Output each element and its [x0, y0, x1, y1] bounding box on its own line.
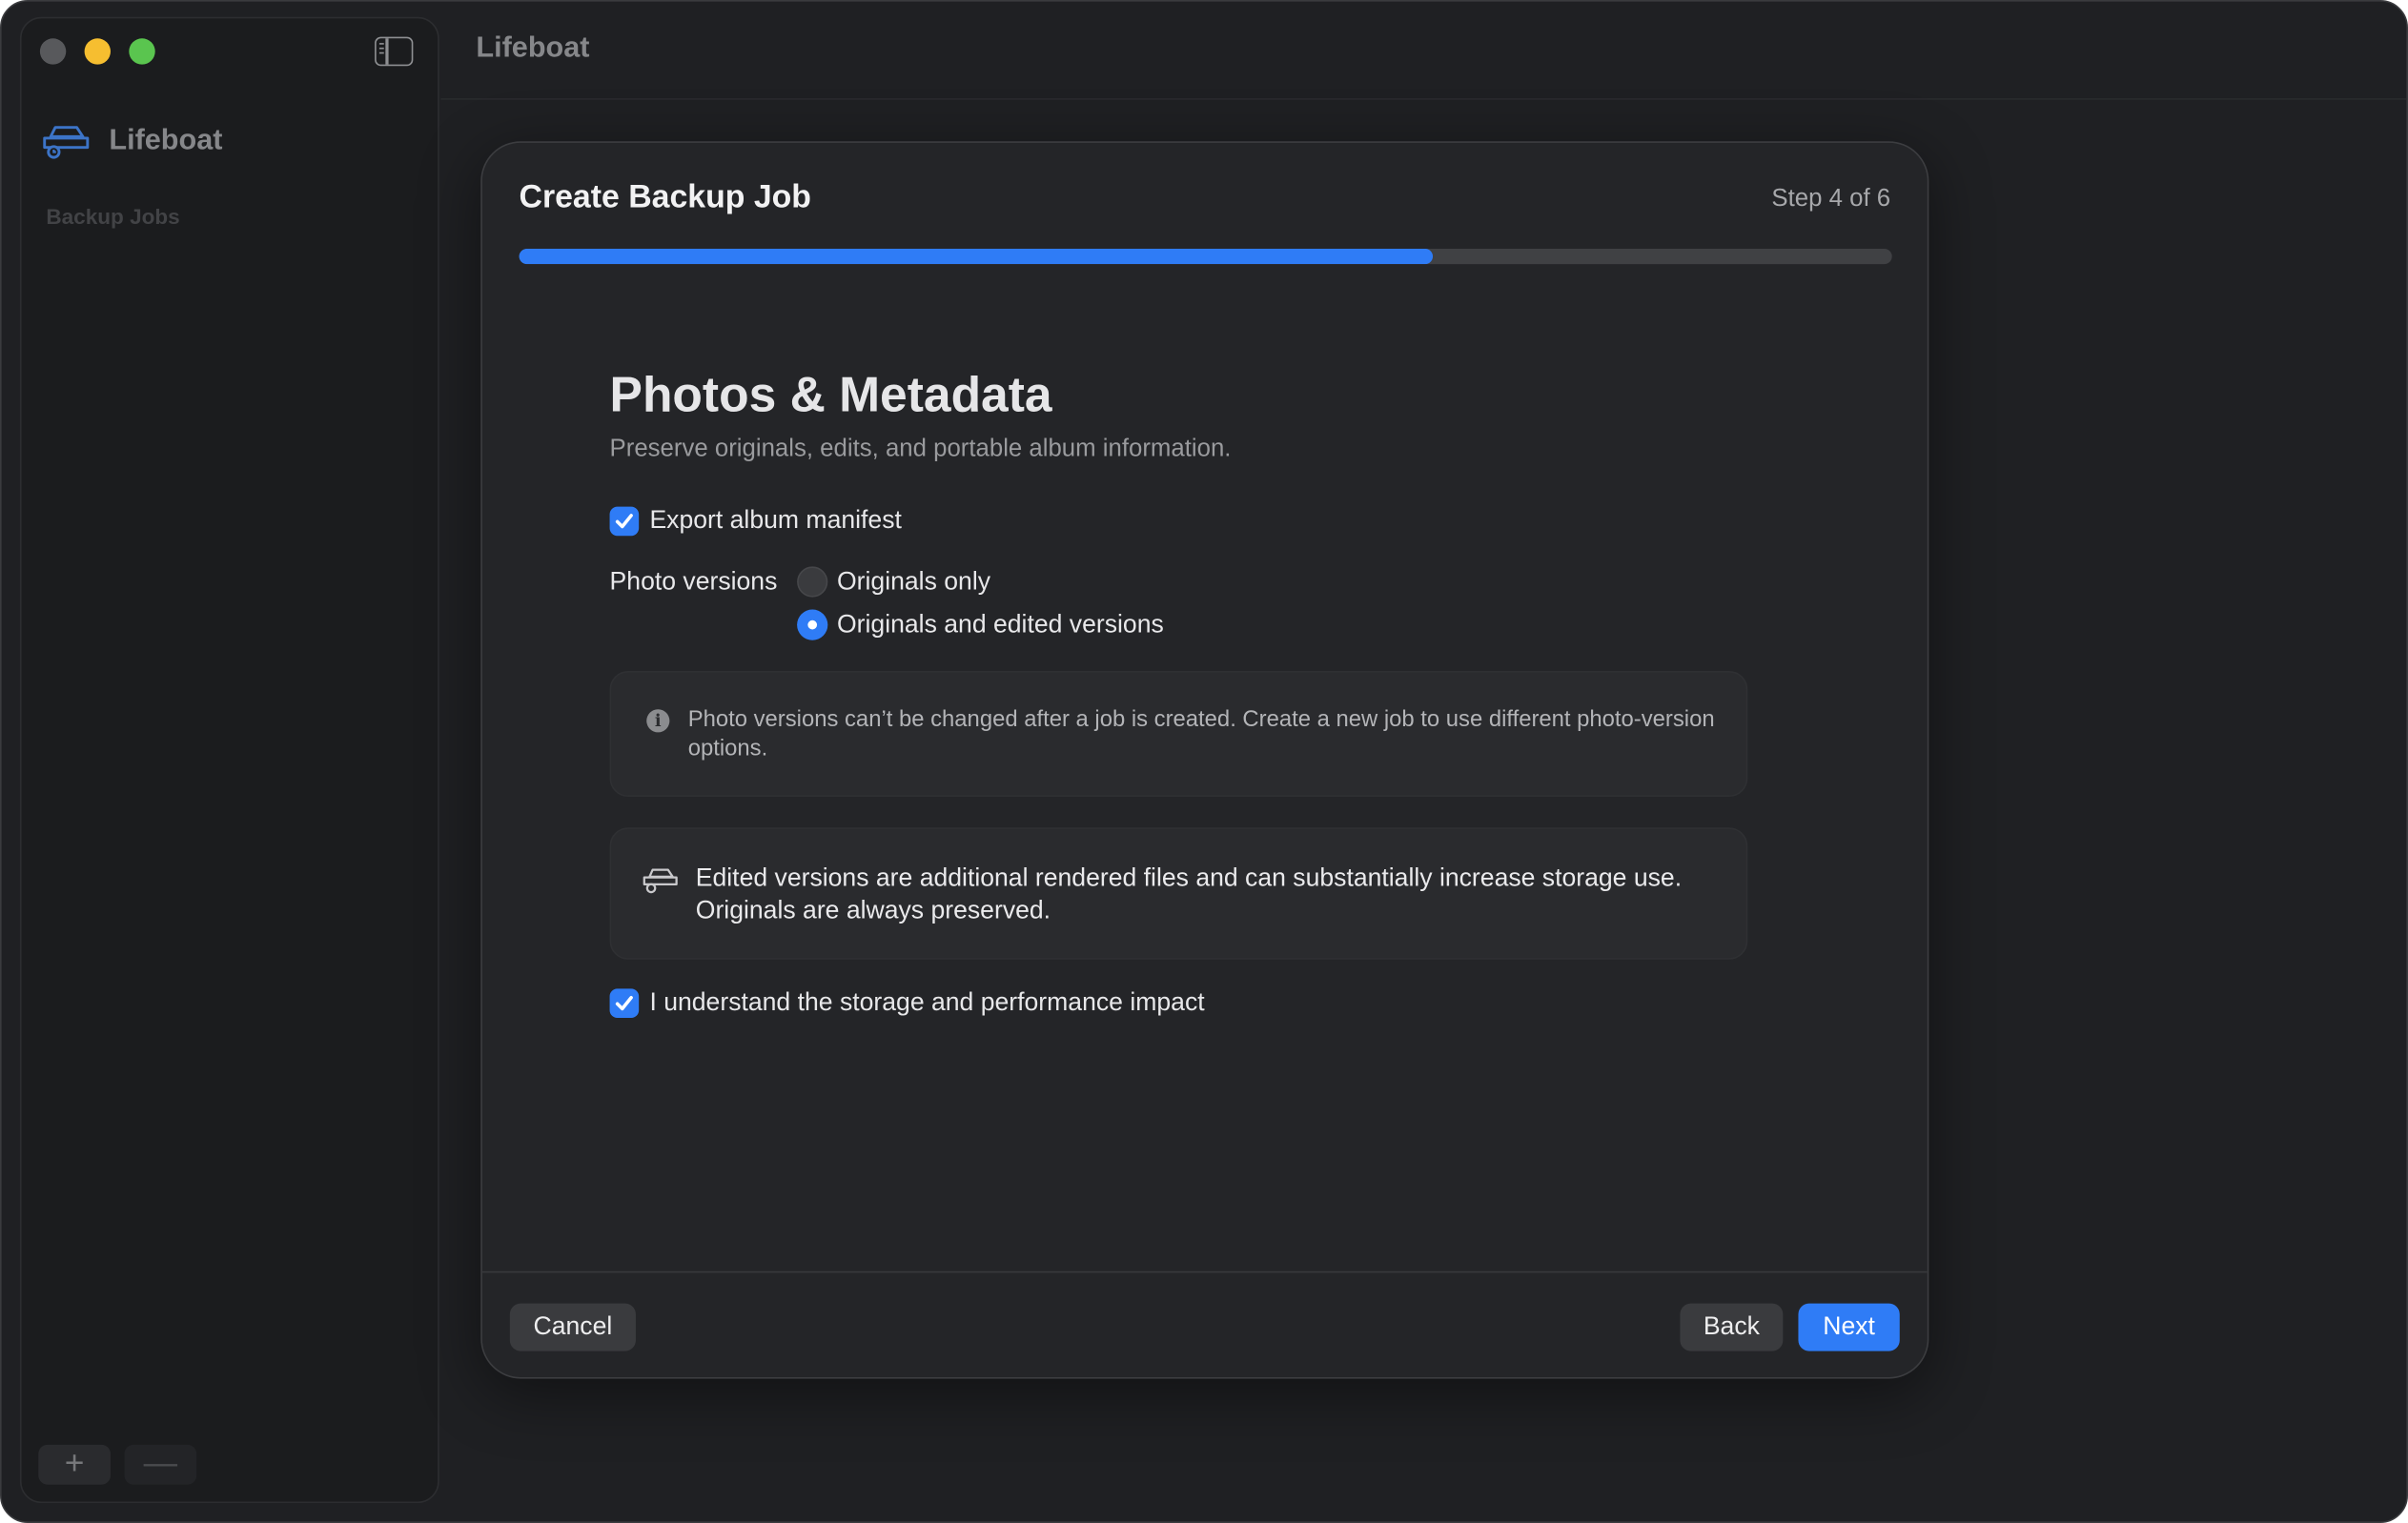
radio-originals-only[interactable] — [797, 566, 828, 598]
acknowledge-impact-checkbox[interactable] — [609, 988, 640, 1019]
sidebar-app-name: Lifeboat — [109, 124, 223, 157]
checkmark-icon — [615, 995, 633, 1011]
storage-warning-text: Edited versions are additional rendered … — [695, 863, 1683, 924]
checkmark-icon — [615, 514, 633, 529]
sidebar: Lifeboat Backup Jobs + — — [19, 16, 439, 1504]
info-icon: i — [646, 709, 670, 733]
radio-originals-and-edited-label[interactable]: Originals and edited versions — [837, 611, 1164, 640]
remove-job-button[interactable]: — — [124, 1444, 197, 1485]
photo-versions-label: Photo versions — [609, 568, 778, 597]
next-button[interactable]: Next — [1798, 1303, 1900, 1351]
back-button[interactable]: Back — [1680, 1303, 1784, 1351]
close-window-button[interactable] — [39, 38, 67, 65]
step-indicator: Step 4 of 6 — [1771, 185, 1891, 213]
section-subtitle: Preserve originals, edits, and portable … — [609, 436, 1232, 462]
export-manifest-checkbox[interactable] — [609, 506, 640, 537]
toolbar-divider — [440, 98, 2407, 100]
radio-originals-and-edited[interactable] — [797, 609, 828, 640]
storage-warning-box: Edited versions are additional rendered … — [609, 827, 1748, 960]
lifeboat-icon — [643, 868, 678, 894]
app-window: Lifeboat Backup Jobs + — Lifeboat Create… — [0, 0, 2408, 1523]
create-backup-job-dialog: Create Backup Job Step 4 of 6 Photos & M… — [480, 141, 1929, 1379]
radio-originals-only-label[interactable]: Originals only — [837, 568, 990, 598]
section-title: Photos & Metadata — [609, 367, 1052, 422]
acknowledge-impact-label: I understand the storage and performance… — [649, 988, 1205, 1017]
add-job-button[interactable]: + — [38, 1444, 111, 1485]
sidebar-toggle-icon[interactable] — [375, 36, 414, 67]
lifeboat-app-icon — [43, 126, 90, 159]
maximize-window-button[interactable] — [129, 38, 155, 65]
progress-bar — [519, 248, 1892, 265]
sidebar-section-backup-jobs: Backup Jobs — [46, 204, 180, 230]
cancel-button[interactable]: Cancel — [509, 1303, 636, 1351]
export-manifest-label: Export album manifest — [649, 506, 902, 535]
progress-bar-fill — [519, 248, 1433, 265]
dialog-title: Create Backup Job — [519, 179, 811, 215]
info-note-box: i Photo versions can’t be changed after … — [609, 670, 1748, 798]
info-note-text: Photo versions can’t be changed after a … — [687, 707, 1715, 762]
minimize-window-button[interactable] — [84, 38, 111, 65]
footer-divider — [481, 1270, 1928, 1273]
window-title: Lifeboat — [476, 31, 590, 65]
